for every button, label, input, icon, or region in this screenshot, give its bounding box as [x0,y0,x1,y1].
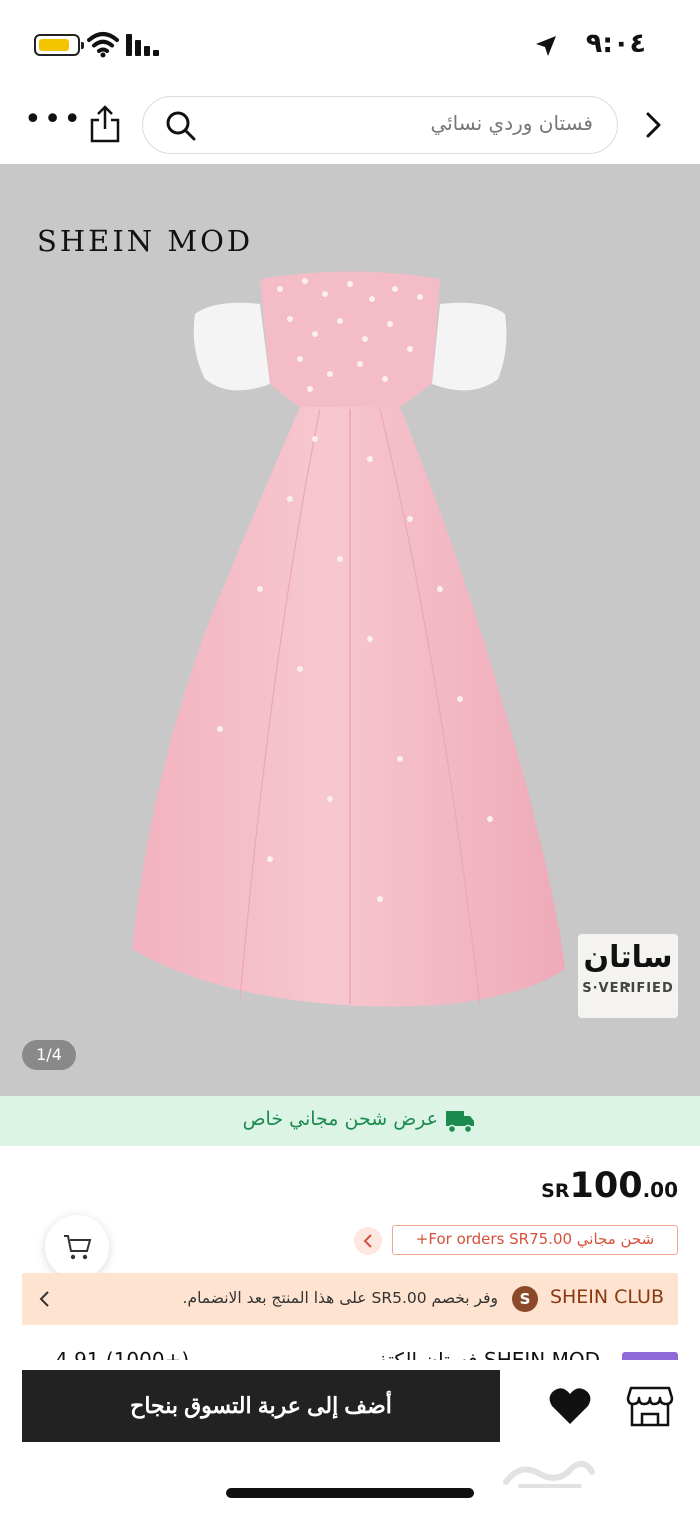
home-indicator [226,1488,474,1498]
free-shipping-chevron[interactable] [354,1227,382,1255]
shipping-banner-text: عرض شحن مجاني خاص [242,1108,438,1130]
chevron-left-icon [39,1291,49,1307]
price-currency: SR [541,1180,570,1202]
club-name: SHEIN CLUB [549,1286,664,1308]
club-logo: S [512,1286,538,1312]
heart-icon[interactable] [548,1386,592,1426]
search-header: ••• فستان وردي نسائي [0,88,700,164]
image-page-indicator: 1/4 [22,1040,76,1070]
price-integer: 100 [569,1166,643,1206]
add-to-cart-button[interactable]: أضف إلى عربة التسوق بنجاح [22,1370,500,1442]
dress-image [132,271,565,1007]
chevron-left-icon [363,1234,372,1248]
search-query: فستان وردي نسائي [430,111,593,135]
wifi-icon [87,32,119,58]
product-image[interactable]: SHEIN MOD ساتان S·VERIFIED 1/4 [0,164,700,1096]
badge-title: ساتان [583,940,673,975]
free-shipping-banner[interactable]: عرض شحن مجاني خاص [0,1096,700,1146]
store-icon[interactable] [626,1384,674,1428]
shein-club-bar[interactable]: وفر بخصم SR5.00 على هذا المنتج بعد الانض… [22,1273,678,1325]
status-time: ٩:٠٤ [585,28,646,59]
location-arrow-icon [536,36,556,56]
watermark-logo [503,1460,595,1488]
search-icon[interactable] [165,110,197,142]
product-rating: 4.91 (1000+) [55,1348,190,1360]
price-decimals: .00 [642,1178,678,1202]
club-offer-text: وفر بخصم SR5.00 على هذا المنتج بعد الانض… [182,1289,498,1307]
product-tag [622,1352,678,1360]
status-bar: ٩:٠٤ [0,0,700,88]
product-title-row[interactable]: 4.91 (1000+) SHEIN MOD فستان الكتف [0,1346,700,1360]
share-icon[interactable] [88,104,122,144]
cart-icon [64,1235,92,1260]
battery-icon [34,34,84,56]
free-shipping-tag: شحن مجاني For orders SR75.00+ [392,1225,678,1255]
more-icon[interactable]: ••• [24,105,81,138]
search-input[interactable]: فستان وردي نسائي [142,96,618,154]
material-badge: ساتان S·VERIFIED [578,934,678,1018]
product-price: SR100.00 [541,1166,678,1206]
floating-cart-button[interactable] [45,1215,109,1279]
bottom-action-bar: أضف إلى عربة التسوق بنجاح [0,1360,700,1514]
free-shipping-row[interactable]: شحن مجاني For orders SR75.00+ [354,1225,680,1255]
product-title: SHEIN MOD فستان الكتف [367,1348,600,1360]
signal-icon [126,34,160,56]
truck-icon [446,1111,474,1134]
back-icon[interactable] [640,110,666,140]
brand-logo: SHEIN MOD [37,224,254,258]
